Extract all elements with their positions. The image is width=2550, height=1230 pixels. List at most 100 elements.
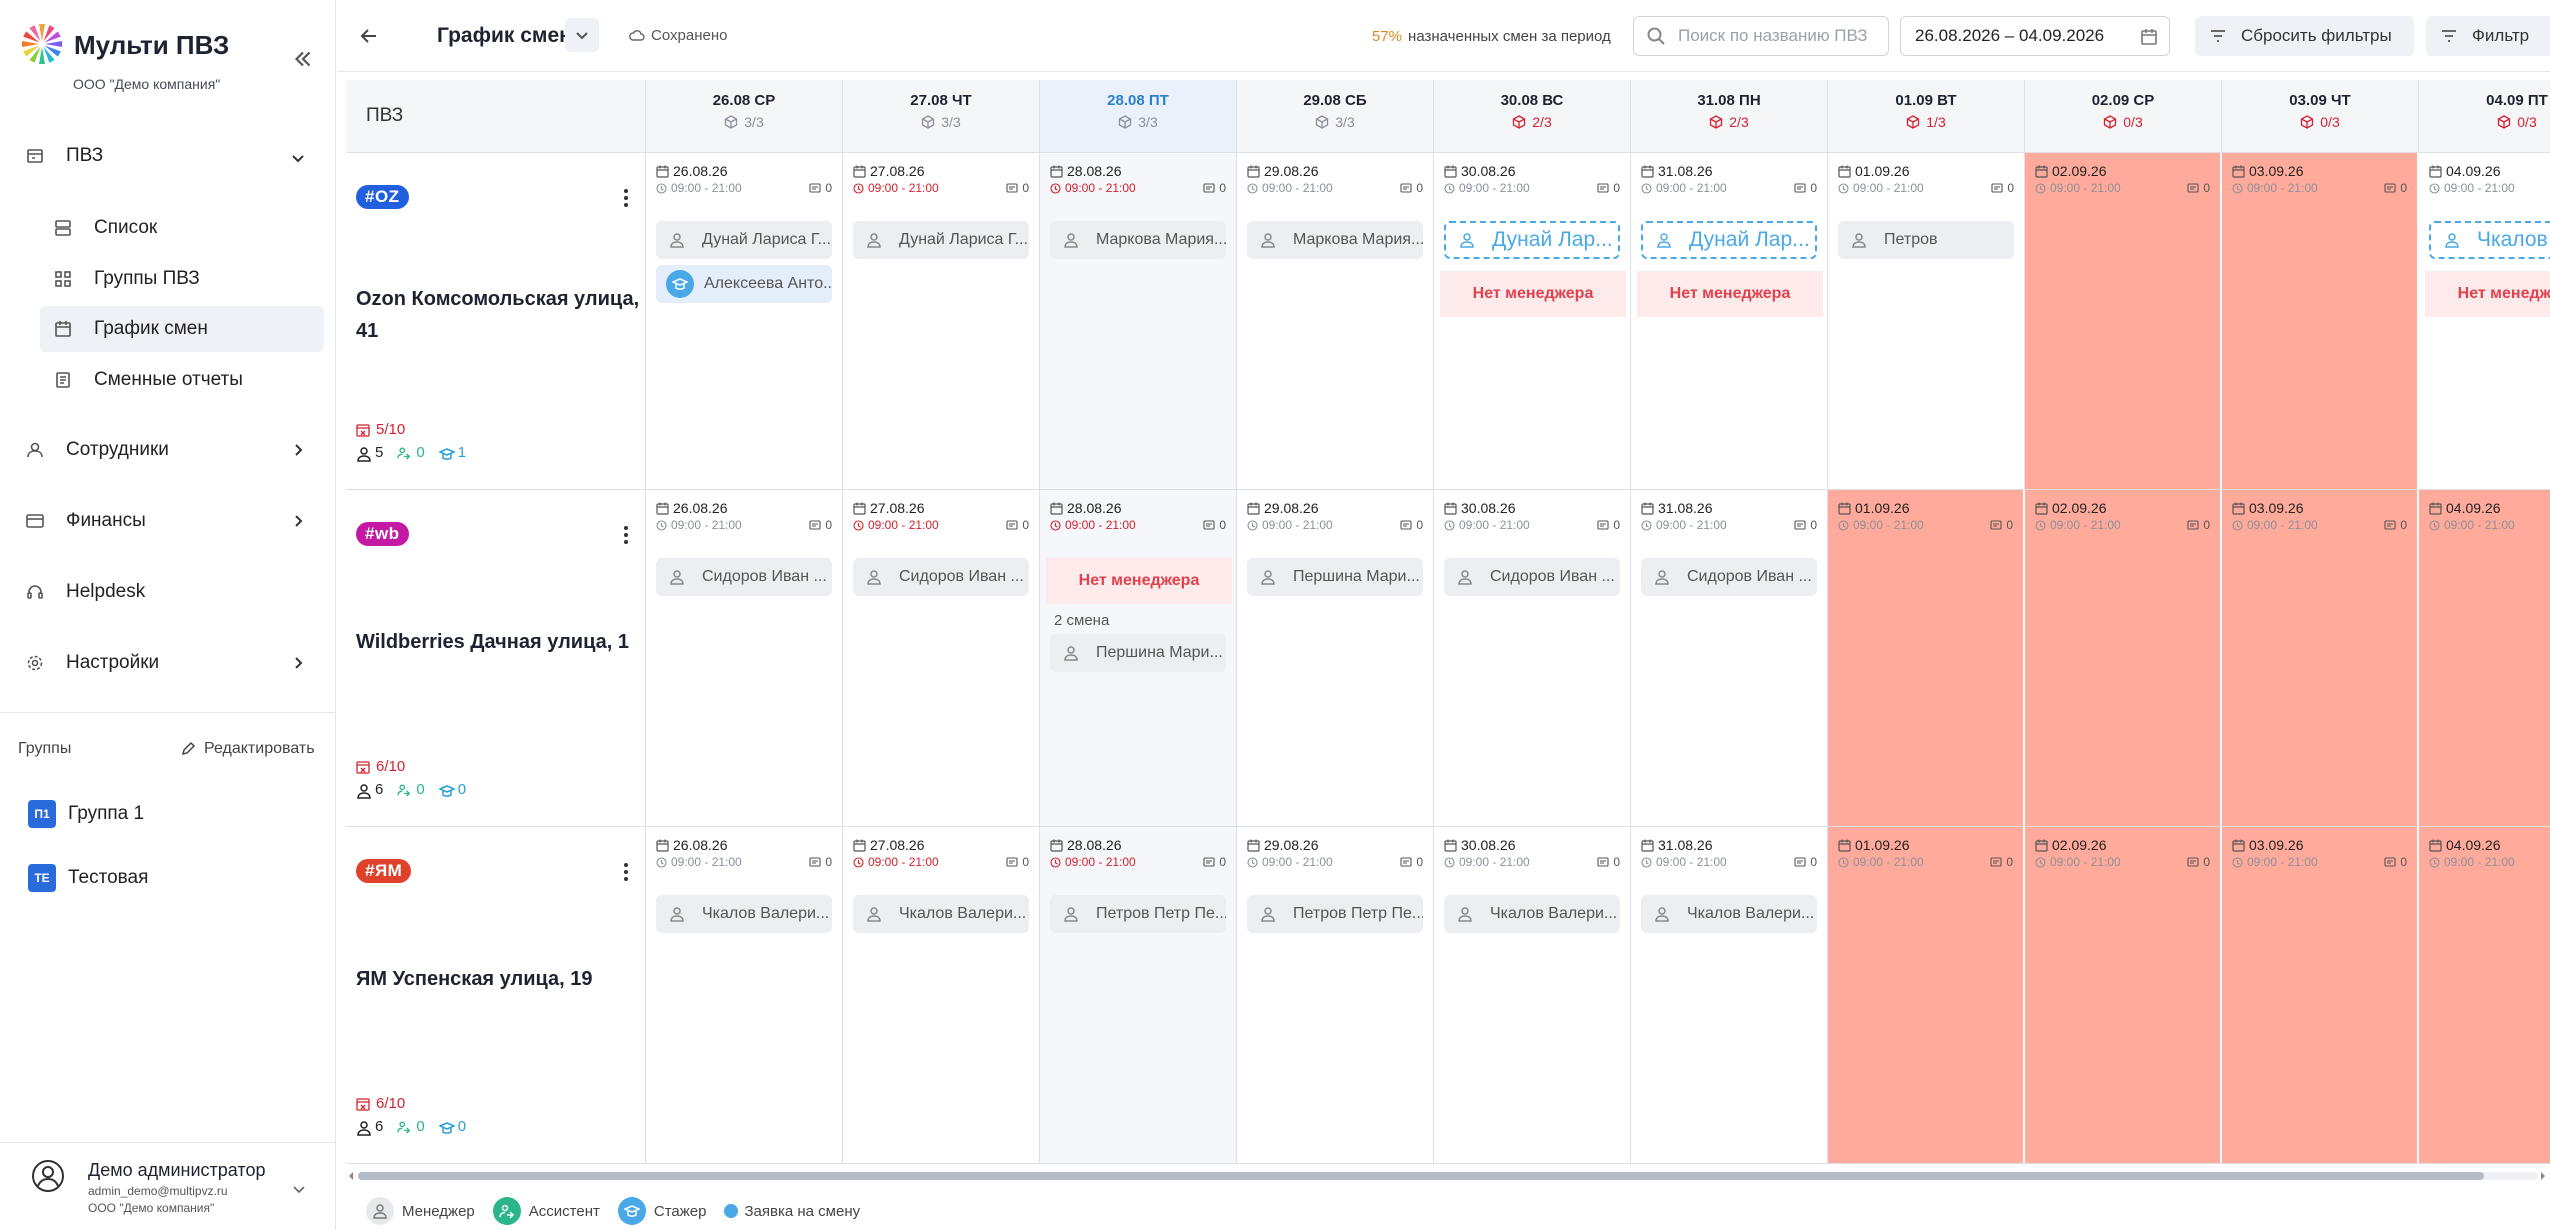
title-dropdown-button[interactable] [565,18,599,52]
pvz-name[interactable]: ЯМ Успенская улица, 19 [356,963,641,995]
employee-chip[interactable]: Першина Мари... [1247,558,1423,596]
shift-cell[interactable]: 01.09.26 09:00 - 21:00 0 [1828,827,2025,1163]
cell-counter-value: 0 [2400,855,2407,869]
shift-cell[interactable]: 02.09.26 09:00 - 21:00 0 [2025,827,2222,1163]
shift-cell[interactable]: 29.08.26 09:00 - 21:00 0 Першина Мари... [1237,490,1434,826]
nav-employees[interactable]: Сотрудники [26,439,169,461]
horizontal-scrollbar[interactable] [346,1170,2550,1182]
employee-chip[interactable]: Чкалов Валери... [1641,895,1817,933]
shift-cell[interactable]: 28.08.26 09:00 - 21:00 0 Нет менеджера 2 сме… [1040,490,1237,826]
shift-cell[interactable]: 03.09.26 09:00 - 21:00 0 [2222,153,2419,489]
cell-date-value: 01.09.26 [1855,163,1910,179]
shift-cell[interactable]: 03.09.26 09:00 - 21:00 0 [2222,490,2419,826]
cell-counter: 0 [809,855,832,869]
shift-cell[interactable]: 01.09.26 09:00 - 21:00 0 [1828,490,2025,826]
pvz-name[interactable]: Wildberries Дачная улица, 1 [356,626,641,658]
chevron-down-icon[interactable] [290,1180,308,1198]
shift-request-chip[interactable]: Дунай Лар... [1444,221,1620,259]
logo[interactable] [20,22,64,66]
nav-settings[interactable]: Настройки [26,652,159,674]
employee-chip[interactable]: Сидоров Иван ... [853,558,1029,596]
shift-cell[interactable]: 02.09.26 09:00 - 21:00 0 [2025,490,2222,826]
filter-button[interactable]: Фильтр [2426,16,2550,56]
kebab-menu-icon[interactable] [616,861,636,883]
nav-sub-reports[interactable]: Сменные отчеты [40,357,324,403]
employee-name: Чкалов Валери... [899,905,1027,922]
scroll-right-icon[interactable] [2538,1170,2548,1182]
chevron-right-icon[interactable] [288,440,308,460]
shift-cell[interactable]: 28.08.26 09:00 - 21:00 0 Маркова Мария... [1040,153,1237,489]
shift-cell[interactable]: 04.09.2609:00 - 21:000 [2419,490,2550,826]
employee-chip[interactable]: Дунай Лариса Г... [853,221,1029,259]
employee-chip[interactable]: Маркова Мария... [1050,221,1226,259]
shift-cell[interactable]: 04.09.2609:00 - 21:000ЧкаловНет менеджер… [2419,153,2550,489]
chevron-right-icon[interactable] [288,653,308,673]
nav-sub-schedule[interactable]: График смен [40,306,324,352]
no-manager-alert[interactable]: Нет менеджера [1440,271,1626,317]
chevron-down-icon[interactable] [288,148,308,168]
kebab-menu-icon[interactable] [616,187,636,209]
nav-finance[interactable]: Финансы [26,510,146,532]
shift-cell[interactable]: 31.08.26 09:00 - 21:00 0 Дунай Лар... Нет ме… [1631,153,1828,489]
nav-helpdesk[interactable]: Helpdesk [26,581,145,603]
shift-cell[interactable]: 26.08.26 09:00 - 21:00 0 Сидоров Иван ... [646,490,843,826]
employee-chip[interactable]: Сидоров Иван ... [1641,558,1817,596]
shift-request-chip[interactable]: Дунай Лар... [1641,221,1817,259]
shift-cell[interactable]: 01.09.26 09:00 - 21:00 0 Петров [1828,153,2025,489]
groups-edit-button[interactable]: Редактировать [180,740,315,758]
shift-cell[interactable]: 29.08.26 09:00 - 21:00 0 Петров Петр Пе... [1237,827,1434,1163]
employee-chip[interactable]: Першина Мари... [1050,634,1226,672]
shift-cell[interactable]: 27.08.26 09:00 - 21:00 0 Дунай Лариса Г... [843,153,1040,489]
pvz-name[interactable]: Ozon Комсомольская улица, 41 [356,283,641,347]
shift-cell[interactable]: 04.09.2609:00 - 21:000 [2419,827,2550,1163]
cell-date-value: 30.08.26 [1461,163,1516,179]
employee-chip[interactable]: Петров [1838,221,2014,259]
employee-chip[interactable]: Чкалов Валери... [853,895,1029,933]
user-avatar[interactable] [30,1158,66,1194]
shift-cell[interactable]: 30.08.26 09:00 - 21:00 0 Чкалов Валери... [1434,827,1631,1163]
chevron-right-icon[interactable] [288,511,308,531]
employee-chip[interactable]: Петров Петр Пе... [1050,895,1226,933]
no-manager-alert[interactable]: Нет менеджера [1637,271,1823,317]
search-input[interactable]: Поиск по названию ПВЗ [1633,16,1889,56]
shift-cell[interactable]: 03.09.26 09:00 - 21:00 0 [2222,827,2419,1163]
cell-counter-value: 0 [1810,181,1817,195]
kebab-menu-icon[interactable] [616,524,636,546]
trainee-chip[interactable]: Алексеева Анто... [656,265,832,303]
employee-chip[interactable]: Сидоров Иван ... [656,558,832,596]
date-range-input[interactable]: 26.08.2026 – 04.09.2026 [1900,16,2170,56]
shift-cell[interactable]: 30.08.26 09:00 - 21:00 0 Сидоров Иван ... [1434,490,1631,826]
scroll-left-icon[interactable] [346,1170,356,1182]
shift-cell[interactable]: 30.08.26 09:00 - 21:00 0 Дунай Лар... Нет ме… [1434,153,1631,489]
nav-sub-list-label: Список [94,217,158,238]
shift-request-chip[interactable]: Чкалов [2429,221,2550,259]
shift-cell[interactable]: 31.08.26 09:00 - 21:00 0 Чкалов Валери... [1631,827,1828,1163]
shift-cell[interactable]: 27.08.26 09:00 - 21:00 0 Чкалов Валери... [843,827,1040,1163]
employee-chip[interactable]: Маркова Мария... [1247,221,1423,259]
scrollbar-thumb[interactable] [358,1172,2484,1180]
shift-cell[interactable]: 31.08.26 09:00 - 21:00 0 Сидоров Иван ... [1631,490,1828,826]
nav-sub-groups[interactable]: Группы ПВЗ [40,256,324,302]
group-item[interactable]: П1 Группа 1 [28,800,144,828]
shift-cell[interactable]: 29.08.26 09:00 - 21:00 0 Маркова Мария... [1237,153,1434,489]
shift-cell[interactable]: 27.08.26 09:00 - 21:00 0 Сидоров Иван ... [843,490,1040,826]
nav-pvz[interactable]: ПВЗ [26,145,103,167]
employee-chip[interactable]: Сидоров Иван ... [1444,558,1620,596]
employee-chip[interactable]: Петров Петр Пе... [1247,895,1423,933]
shift-cell[interactable]: 26.08.26 09:00 - 21:00 0 Чкалов Валери... [646,827,843,1163]
shift-cell[interactable]: 26.08.26 09:00 - 21:00 0 Дунай Лариса Г... А… [646,153,843,489]
no-manager-alert[interactable]: Нет менеджера [2425,271,2550,317]
shift-cell[interactable]: 02.09.26 09:00 - 21:00 0 [2025,153,2222,489]
person-icon [1060,903,1082,925]
nav-sub-list[interactable]: Список [40,205,324,251]
employee-chip[interactable]: Дунай Лариса Г... [656,221,832,259]
no-manager-alert[interactable]: Нет менеджера [1046,558,1232,604]
reset-filters-button[interactable]: Сбросить фильтры [2195,16,2414,56]
cell-time: 09:00 - 21:00 [853,181,939,195]
employee-chip[interactable]: Чкалов Валери... [1444,895,1620,933]
shift-cell[interactable]: 28.08.26 09:00 - 21:00 0 Петров Петр Пе... [1040,827,1237,1163]
group-item[interactable]: ТЕ Тестовая [28,864,148,892]
collapse-sidebar-icon[interactable] [290,46,316,72]
back-arrow-icon[interactable] [357,24,381,48]
employee-chip[interactable]: Чкалов Валери... [656,895,832,933]
